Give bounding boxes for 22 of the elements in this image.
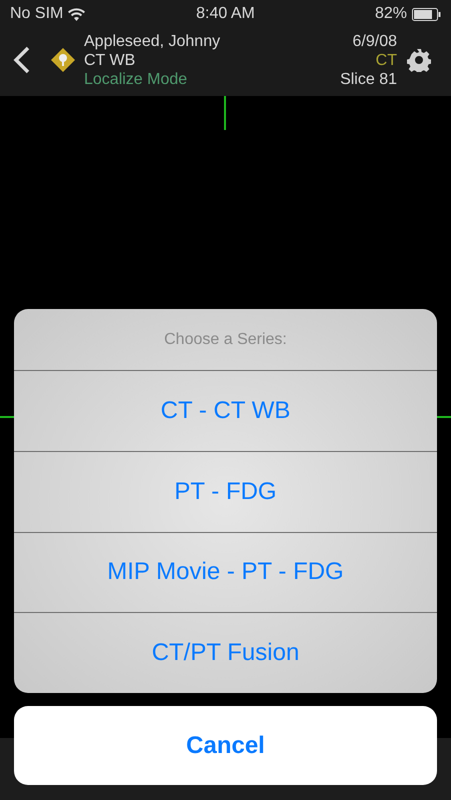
settings-icon[interactable] (407, 48, 431, 72)
series-option[interactable]: CT - CT WB (14, 370, 437, 451)
series-option[interactable]: PT - FDG (14, 450, 437, 532)
crosshair-line (0, 416, 14, 418)
patient-name: Appleseed, Johnny (84, 32, 222, 50)
mode-label: Localize Mode (84, 70, 188, 88)
slice-label: Slice 81 (340, 70, 397, 88)
crosshair-line (224, 96, 226, 130)
carrier-label: No SIM (10, 5, 64, 23)
modality-label: CT (376, 50, 397, 70)
study-date: 6/9/08 (352, 32, 397, 50)
crosshair-line (437, 416, 451, 418)
battery-percent: 82% (374, 5, 407, 23)
clock-time: 8:40 AM (196, 5, 255, 23)
cancel-button[interactable]: Cancel (14, 706, 437, 785)
series-option[interactable]: MIP Movie - PT - FDG (14, 532, 437, 612)
wifi-icon (68, 8, 86, 20)
series-name: CT WB (84, 50, 136, 70)
battery-icon (412, 8, 441, 20)
sheet-title: Choose a Series: (163, 330, 288, 350)
pin-diamond-icon (50, 47, 76, 73)
series-option[interactable]: CT/PT Fusion (14, 612, 437, 693)
